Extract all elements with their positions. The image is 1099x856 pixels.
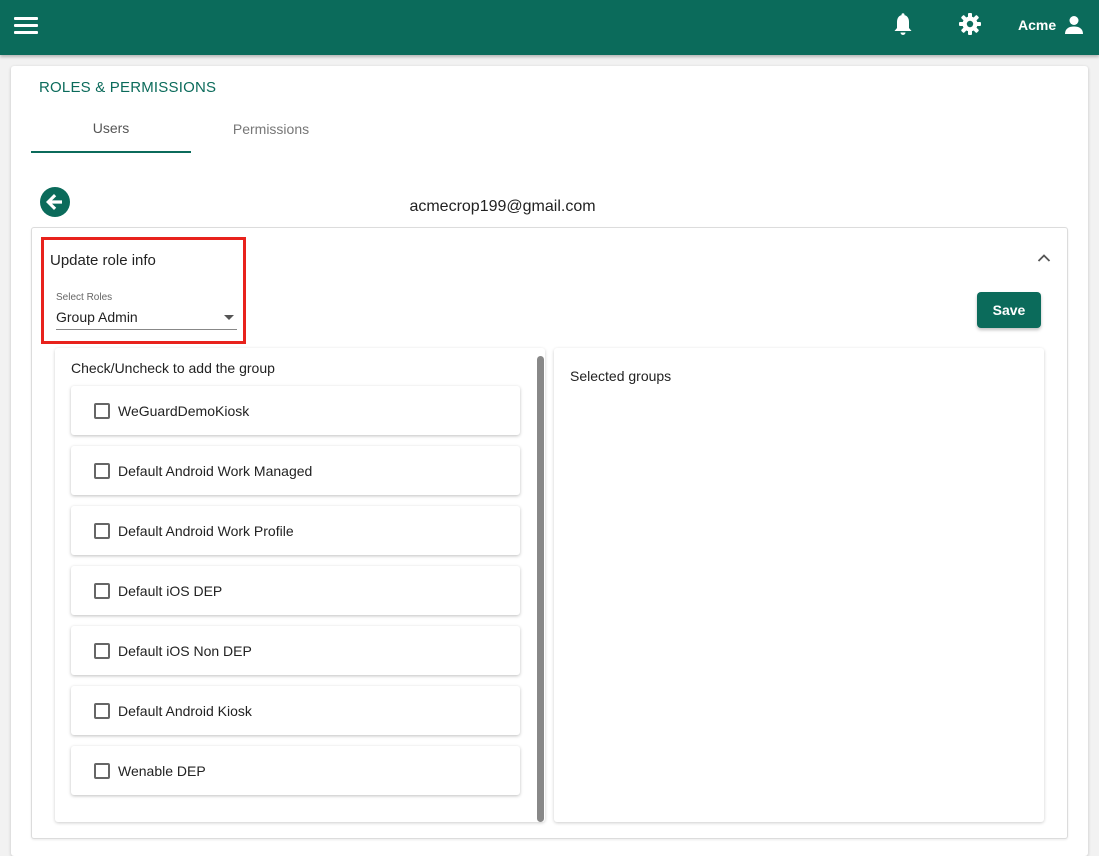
chevron-up-icon[interactable] — [1037, 250, 1051, 262]
group-item-default-ios-dep[interactable]: Default iOS DEP — [71, 566, 520, 615]
tab-permissions[interactable]: Permissions — [191, 104, 351, 153]
groups-scrollbar[interactable] — [537, 356, 544, 822]
group-label: Default iOS DEP — [118, 582, 223, 599]
checkbox[interactable] — [94, 762, 110, 779]
select-roles-label: Select Roles — [56, 292, 113, 303]
selected-groups-box: Selected groups — [554, 348, 1044, 822]
selected-groups-heading: Selected groups — [570, 368, 672, 384]
group-label: Default iOS Non DEP — [118, 642, 252, 659]
group-item-default-android-work-profile[interactable]: Default Android Work Profile — [71, 506, 520, 555]
save-button[interactable]: Save — [977, 292, 1041, 328]
group-item-default-ios-non-dep[interactable]: Default iOS Non DEP — [71, 626, 520, 675]
checkbox[interactable] — [94, 582, 110, 599]
group-item-weguarddemokiosk[interactable]: WeGuardDemoKiosk — [71, 386, 520, 435]
tab-users[interactable]: Users — [31, 104, 191, 153]
groups-heading: Check/Uncheck to add the group — [71, 360, 275, 376]
group-label: Wenable DEP — [118, 762, 206, 779]
group-selection-box: Check/Uncheck to add the group WeGuardDe… — [55, 348, 545, 822]
person-icon — [1065, 16, 1084, 34]
group-label: WeGuardDemoKiosk — [118, 402, 250, 419]
gear-icon[interactable] — [958, 12, 982, 36]
checkbox[interactable] — [94, 642, 110, 659]
checkbox[interactable] — [94, 522, 110, 539]
group-label: Default Android Work Managed — [118, 462, 313, 479]
top-app-bar: Acme — [0, 0, 1099, 55]
select-roles-value: Group Admin — [56, 309, 138, 325]
caret-down-icon — [224, 315, 234, 320]
checkbox[interactable] — [94, 402, 110, 419]
group-label: Default Android Kiosk — [118, 702, 252, 719]
group-item-default-android-work-managed[interactable]: Default Android Work Managed — [71, 446, 520, 495]
hamburger-menu-icon[interactable] — [14, 17, 38, 35]
user-name: Acme — [1018, 17, 1057, 33]
checkbox[interactable] — [94, 702, 110, 719]
group-label: Default Android Work Profile — [118, 522, 294, 539]
update-role-title: Update role info — [50, 252, 156, 269]
update-role-panel: Update role info Select Roles Group Admi… — [31, 227, 1068, 839]
group-item-wenable-dep[interactable]: Wenable DEP — [71, 746, 520, 795]
checkbox[interactable] — [94, 462, 110, 479]
page-title: ROLES & PERMISSIONS — [39, 79, 217, 96]
user-menu-button[interactable]: Acme — [1018, 13, 1084, 37]
bell-icon[interactable] — [892, 13, 914, 37]
user-email: acmecrop199@gmail.com — [409, 198, 596, 215]
roles-permissions-card: ROLES & PERMISSIONS Users Permissions ac… — [11, 66, 1088, 856]
select-roles-dropdown[interactable]: Group Admin — [56, 306, 237, 330]
group-item-default-android-kiosk[interactable]: Default Android Kiosk — [71, 686, 520, 735]
